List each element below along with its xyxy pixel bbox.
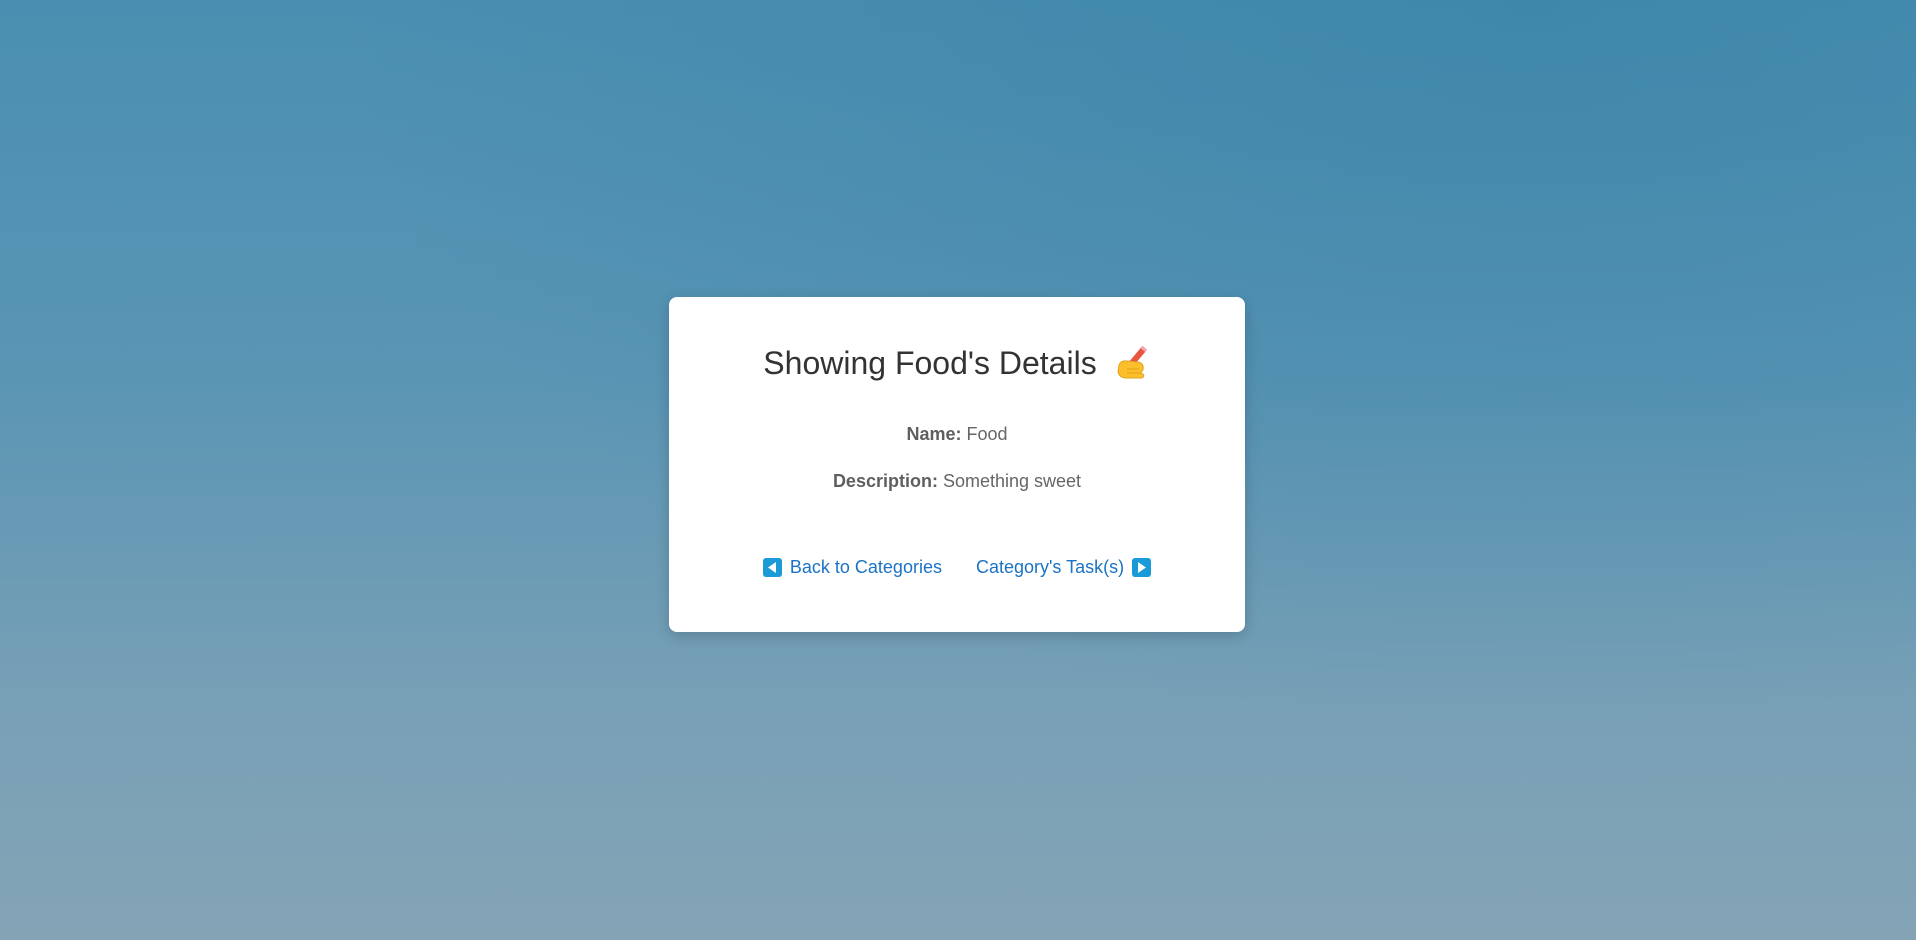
page-title: Showing Food's Details bbox=[669, 343, 1245, 383]
description-value: Something sweet bbox=[942, 471, 1082, 491]
name-field: Name: Food bbox=[669, 422, 1245, 446]
name-value: Food bbox=[966, 424, 1008, 444]
category-tasks-link[interactable]: Category's Task(s) bbox=[975, 555, 1152, 579]
page-title-text: Showing Food's Details bbox=[763, 345, 1097, 381]
back-to-categories-link[interactable]: Back to Categories bbox=[762, 555, 942, 579]
description-field: Description: Something sweet bbox=[669, 469, 1245, 493]
right-arrow-icon bbox=[1132, 557, 1152, 577]
description-label: Description: bbox=[832, 471, 938, 491]
left-arrow-icon bbox=[762, 557, 782, 577]
navigation-links: Back to Categories Category's Task(s) bbox=[669, 555, 1245, 579]
details-card: Showing Food's Details Name: Food Descri… bbox=[669, 297, 1245, 632]
name-label: Name: bbox=[906, 424, 962, 444]
writing-hand-icon bbox=[1115, 345, 1151, 381]
category-tasks-label: Category's Task(s) bbox=[975, 557, 1125, 577]
back-to-categories-label: Back to Categories bbox=[789, 557, 942, 577]
